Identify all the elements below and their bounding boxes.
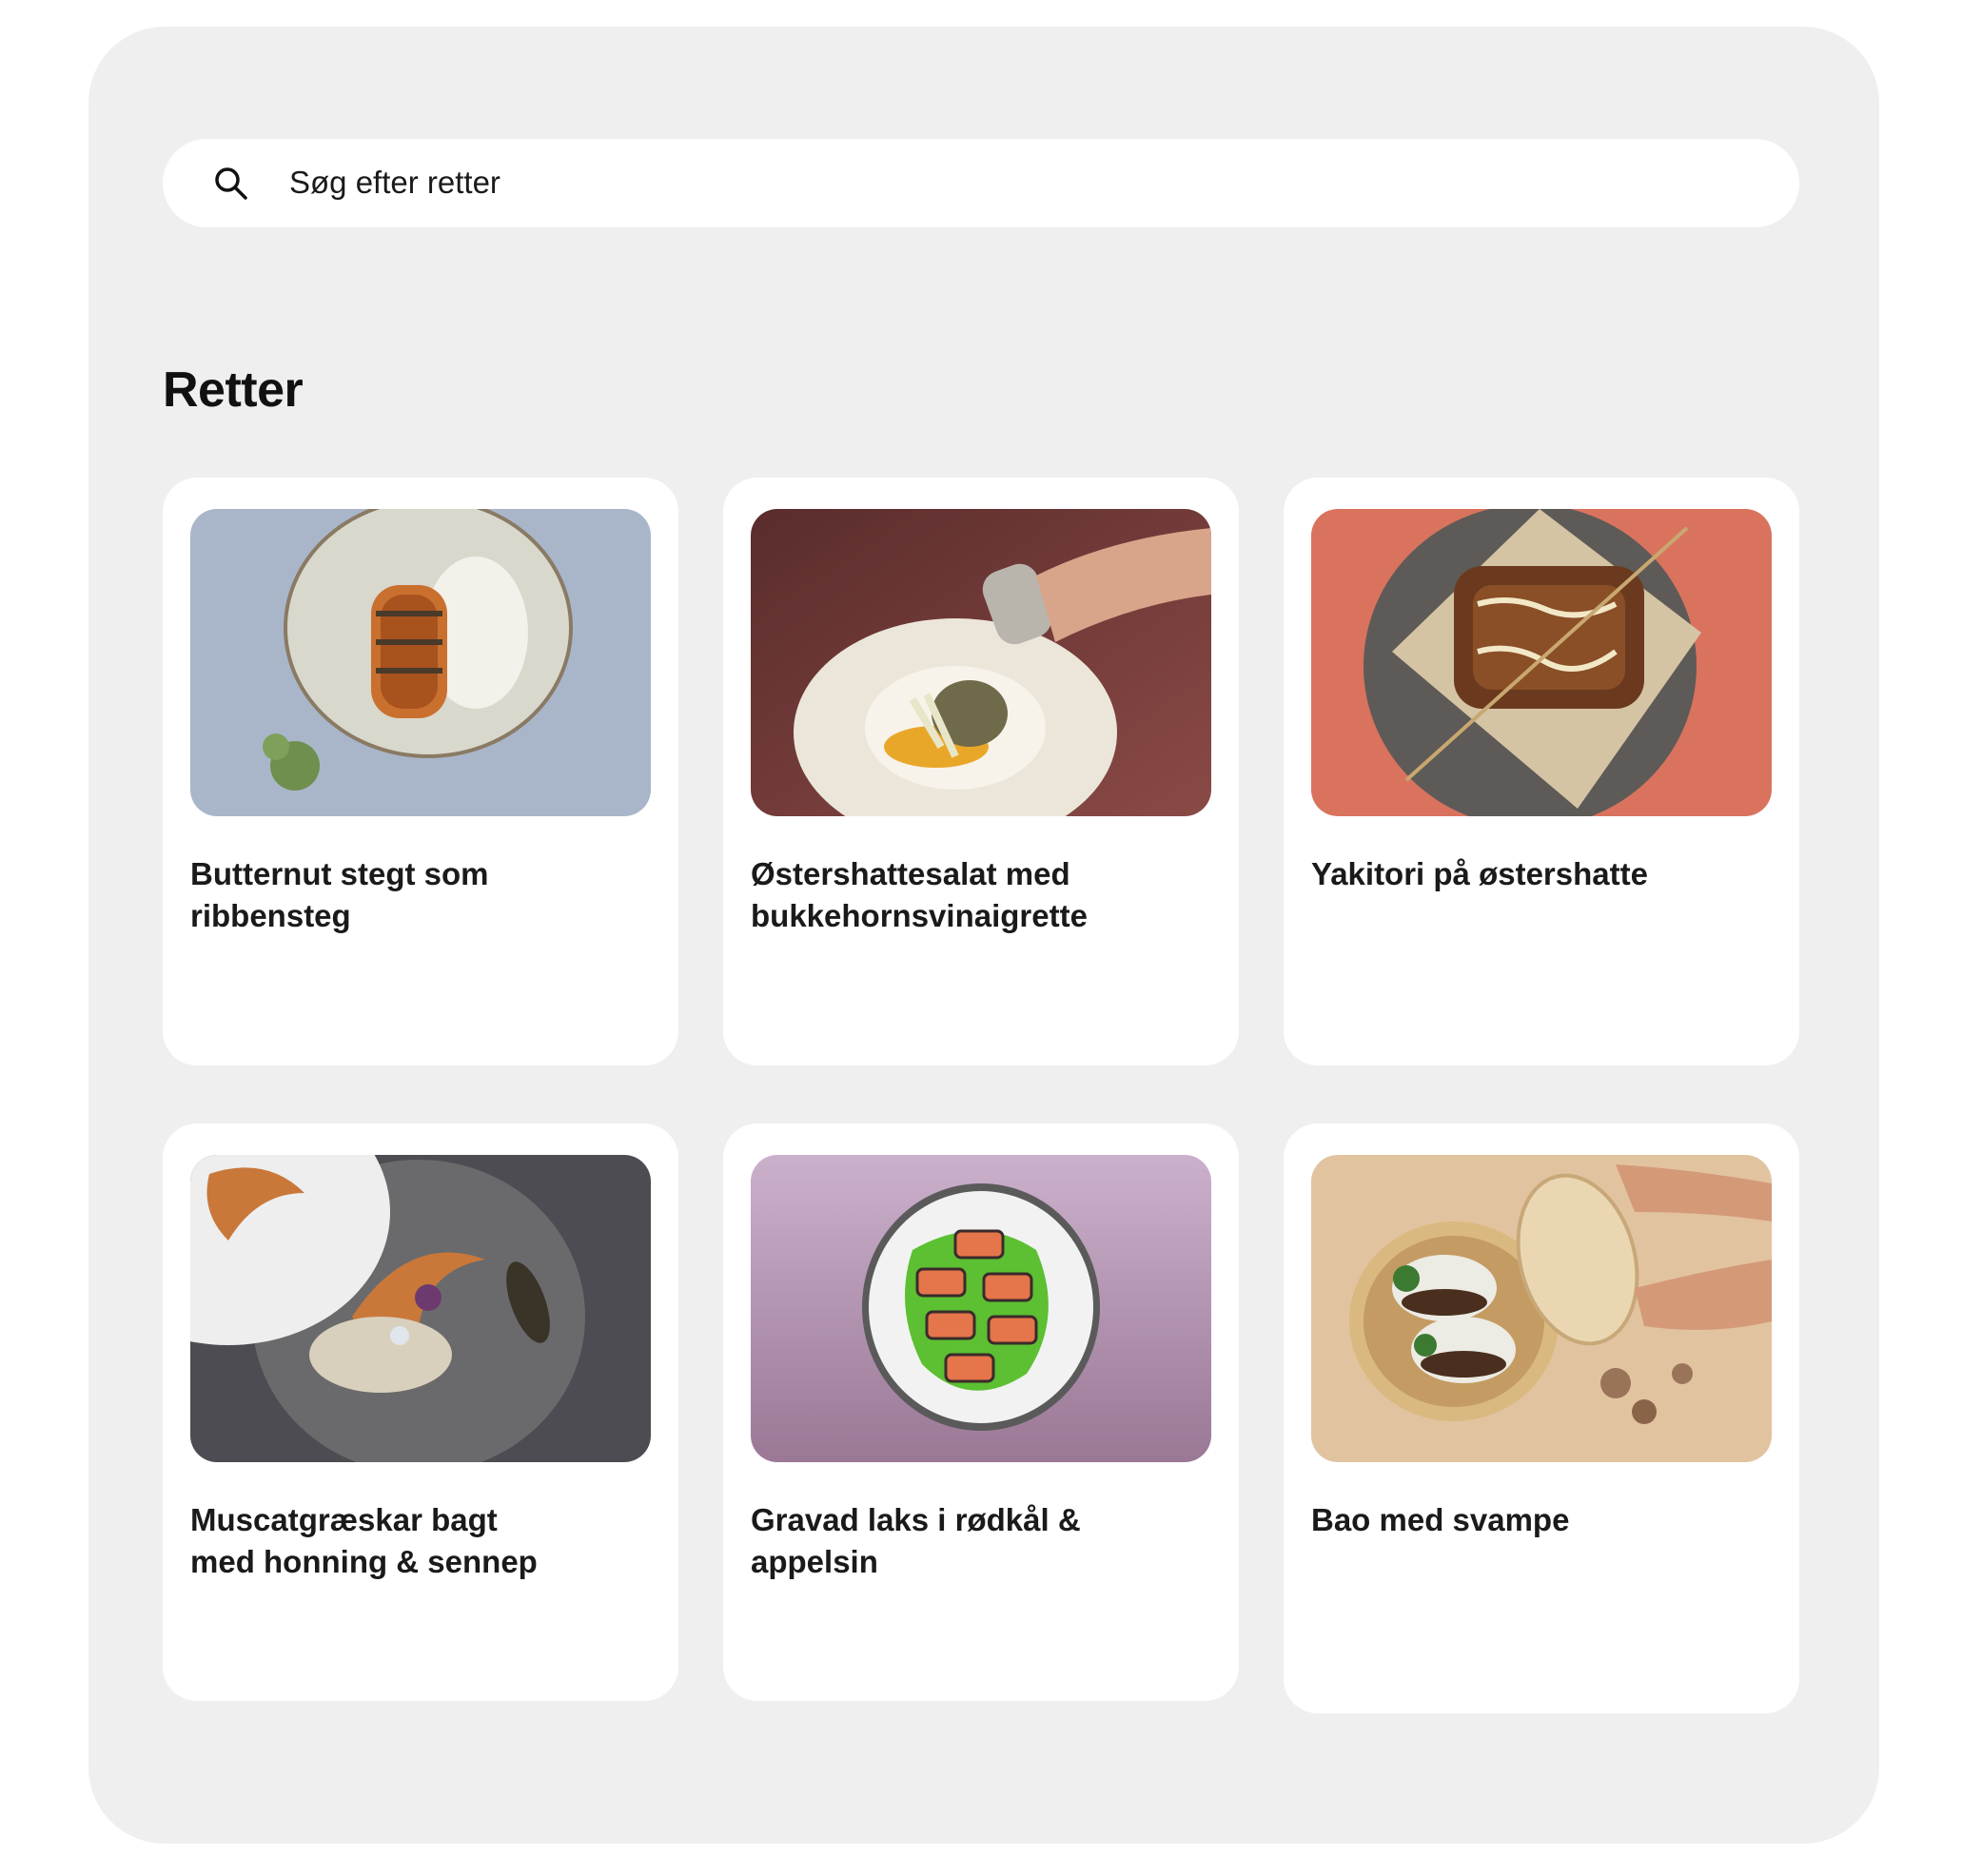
- dish-card[interactable]: Bao med svampe: [1284, 1124, 1799, 1713]
- dish-title[interactable]: Muscatgræskar bagt med honning & sennep: [190, 1499, 647, 1583]
- dish-title[interactable]: Butternut stegt som ribbensteg: [190, 853, 647, 937]
- dish-card[interactable]: Gravad laks i rødkål & appelsin: [723, 1124, 1239, 1701]
- dish-title[interactable]: Bao med svampe: [1311, 1499, 1768, 1541]
- dish-image: [190, 1155, 651, 1462]
- dish-card[interactable]: Muscatgræskar bagt med honning & sennep: [163, 1124, 678, 1701]
- dish-title[interactable]: Østershattesalat med bukkehornsvinaigret…: [751, 853, 1207, 937]
- dish-image: [751, 1155, 1211, 1462]
- search-bar[interactable]: [163, 139, 1799, 227]
- dish-title[interactable]: Yakitori på østershatte: [1311, 853, 1768, 895]
- dish-card[interactable]: Østershattesalat med bukkehornsvinaigret…: [723, 478, 1239, 1065]
- dish-card[interactable]: Yakitori på østershatte: [1284, 478, 1799, 1065]
- dish-image: [751, 509, 1211, 816]
- dish-image: [1311, 1155, 1772, 1462]
- dish-card[interactable]: Butternut stegt som ribbensteg: [163, 478, 678, 1065]
- search-icon[interactable]: [212, 165, 250, 203]
- dish-title[interactable]: Gravad laks i rødkål & appelsin: [751, 1499, 1207, 1583]
- dish-image: [1311, 509, 1772, 816]
- dish-image: [190, 509, 651, 816]
- section-title: Retter: [163, 362, 304, 418]
- search-input[interactable]: [289, 156, 1755, 209]
